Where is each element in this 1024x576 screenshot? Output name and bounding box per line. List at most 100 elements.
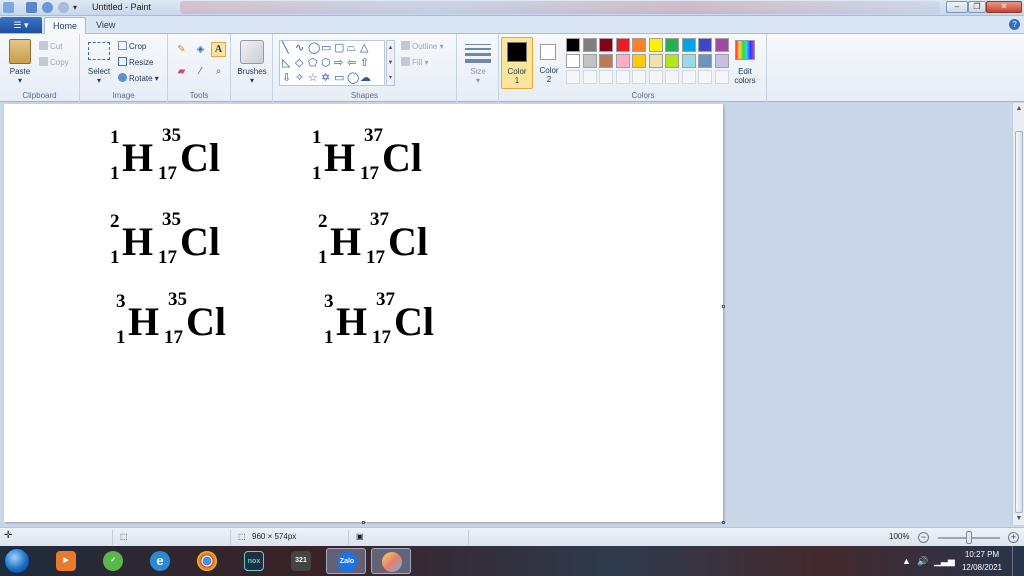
- color-swatch[interactable]: [615, 54, 630, 68]
- save-icon[interactable]: [26, 2, 37, 13]
- scroll-up-icon[interactable]: ▲: [1013, 103, 1024, 115]
- paste-icon[interactable]: [9, 39, 31, 64]
- down-arrow-shape-icon[interactable]: ⇩: [282, 73, 291, 84]
- right-arrow-shape-icon[interactable]: ⇨: [334, 58, 343, 69]
- edit-colors-icon[interactable]: [735, 40, 755, 60]
- custom-color-slot[interactable]: [599, 70, 613, 84]
- custom-color-slot[interactable]: [648, 70, 663, 84]
- custom-color-slot[interactable]: [681, 70, 696, 84]
- oval-shape-icon[interactable]: ◯: [308, 43, 320, 54]
- taskbar-media-321[interactable]: 321: [281, 548, 321, 574]
- eraser-icon[interactable]: ▰: [174, 64, 189, 79]
- color-swatch[interactable]: [698, 38, 712, 52]
- drawing-canvas[interactable]: 1 1 H 35 17 Cl 1 1 H 37 17 Cl 2 1 H 35 17 Cl 2 1 H 37 17 Cl 3 1 H 3…: [4, 104, 723, 522]
- color-swatch[interactable]: [698, 54, 712, 68]
- five-point-star-shape-icon[interactable]: ☆: [308, 73, 318, 84]
- taskbar-zalo[interactable]: Zalo: [326, 548, 366, 574]
- taskbar-paint[interactable]: [371, 548, 411, 574]
- minimize-button[interactable]: –: [946, 1, 968, 13]
- edit-colors-button[interactable]: Edit colors: [725, 67, 765, 85]
- color-swatch[interactable]: [648, 38, 663, 52]
- select-icon[interactable]: [88, 42, 110, 60]
- up-arrow-shape-icon[interactable]: ⇧: [360, 58, 369, 69]
- tray-date[interactable]: 12/08/2021: [956, 563, 1008, 572]
- tab-home[interactable]: Home: [44, 17, 87, 34]
- custom-color-slot[interactable]: [632, 70, 646, 84]
- tray-time[interactable]: 10:27 PM: [956, 550, 1008, 559]
- zoom-slider-thumb[interactable]: [966, 531, 972, 544]
- customize-toolbar-icon[interactable]: ▾: [73, 2, 84, 13]
- four-point-star-shape-icon[interactable]: ✧: [295, 73, 304, 84]
- show-desktop-button[interactable]: [1012, 546, 1024, 576]
- shapes-gallery[interactable]: ╲ ∿ ◯ ▭ ▢ ⏢ △ ◺ ◇ ⬠ ⬡ ⇨ ⇦ ⇧ ⇩ ✧ ☆ ✡ ▭ ◯ …: [279, 40, 385, 86]
- file-menu-button[interactable]: ☰ ▾: [0, 17, 42, 33]
- color-swatch[interactable]: [632, 54, 646, 68]
- polygon-shape-icon[interactable]: ⏢: [347, 43, 356, 54]
- diamond-shape-icon[interactable]: ◇: [295, 58, 303, 69]
- crop-button[interactable]: Crop: [118, 41, 146, 51]
- select-button[interactable]: Select: [84, 67, 114, 76]
- line-shape-icon[interactable]: ╲: [282, 43, 289, 54]
- right-triangle-shape-icon[interactable]: ◺: [282, 58, 290, 69]
- callout-cloud-shape-icon[interactable]: ☁: [360, 73, 371, 84]
- brushes-button[interactable]: Brushes: [231, 67, 273, 76]
- color-swatch[interactable]: [599, 54, 613, 68]
- shapes-scroll[interactable]: ▲ ▼ ▾: [386, 40, 395, 86]
- copy-button[interactable]: Copy: [39, 57, 69, 67]
- color-swatch[interactable]: [648, 54, 663, 68]
- taskbar-media-player[interactable]: ▶: [46, 548, 86, 574]
- color-swatch[interactable]: [582, 38, 597, 52]
- resize-button[interactable]: Resize: [118, 57, 153, 67]
- triangle-shape-icon[interactable]: △: [360, 43, 368, 54]
- color-swatch[interactable]: [566, 38, 580, 52]
- color1-button[interactable]: Color 1: [501, 37, 533, 89]
- rotate-button[interactable]: Rotate ▾: [118, 73, 159, 83]
- zoom-out-icon[interactable]: −: [918, 532, 929, 543]
- color-swatch[interactable]: [714, 54, 729, 68]
- callout-rect-shape-icon[interactable]: ▭: [334, 73, 344, 84]
- text-tool-icon[interactable]: A: [211, 42, 226, 57]
- six-point-star-shape-icon[interactable]: ✡: [321, 73, 330, 84]
- help-icon[interactable]: ?: [1009, 19, 1020, 30]
- canvas-resize-handle-bottom[interactable]: [362, 521, 365, 524]
- undo-icon[interactable]: [42, 2, 53, 13]
- pencil-icon[interactable]: ✎: [174, 42, 189, 57]
- rectangle-shape-icon[interactable]: ▭: [321, 43, 331, 54]
- tray-expand-icon[interactable]: ▲: [902, 556, 911, 566]
- canvas-resize-handle-right[interactable]: [722, 305, 725, 308]
- left-arrow-shape-icon[interactable]: ⇦: [347, 58, 356, 69]
- outline-button[interactable]: Outline ▾: [401, 41, 444, 51]
- taskbar-green-app[interactable]: ✓: [93, 548, 133, 574]
- taskbar-nox[interactable]: nox: [234, 548, 274, 574]
- paste-dropdown-icon[interactable]: ▾: [4, 76, 36, 85]
- curve-shape-icon[interactable]: ∿: [295, 43, 304, 54]
- brushes-dropdown-icon[interactable]: ▾: [231, 76, 273, 85]
- size-lines-icon[interactable]: [465, 42, 491, 63]
- hexagon-shape-icon[interactable]: ⬡: [321, 58, 331, 69]
- select-dropdown-icon[interactable]: ▾: [84, 76, 114, 85]
- fill-button[interactable]: Fill ▾: [401, 57, 428, 67]
- pentagon-shape-icon[interactable]: ⬠: [308, 58, 318, 69]
- color-swatch[interactable]: [582, 54, 597, 68]
- color2-button[interactable]: Color 2: [535, 37, 563, 89]
- color-swatch[interactable]: [599, 38, 613, 52]
- color-swatch[interactable]: [665, 54, 679, 68]
- color-swatch[interactable]: [566, 54, 580, 68]
- custom-color-slot[interactable]: [698, 70, 712, 84]
- size-button[interactable]: Size: [457, 67, 499, 76]
- cut-button[interactable]: Cut: [39, 41, 62, 51]
- close-button[interactable]: ✕: [986, 1, 1022, 13]
- paste-button[interactable]: Paste: [4, 67, 36, 76]
- redo-icon[interactable]: [58, 2, 69, 13]
- color-swatch[interactable]: [615, 38, 630, 52]
- start-button[interactable]: [4, 548, 30, 574]
- custom-color-slot[interactable]: [566, 70, 580, 84]
- scroll-down-icon[interactable]: ▼: [1013, 513, 1024, 525]
- taskbar-chrome[interactable]: [187, 548, 227, 574]
- color-swatch[interactable]: [665, 38, 679, 52]
- rounded-rectangle-shape-icon[interactable]: ▢: [334, 43, 344, 54]
- custom-color-slot[interactable]: [582, 70, 597, 84]
- taskbar-internet-explorer[interactable]: e: [140, 548, 180, 574]
- color-picker-icon[interactable]: ⁄: [193, 64, 208, 79]
- magnifier-icon[interactable]: ⌕: [211, 64, 226, 79]
